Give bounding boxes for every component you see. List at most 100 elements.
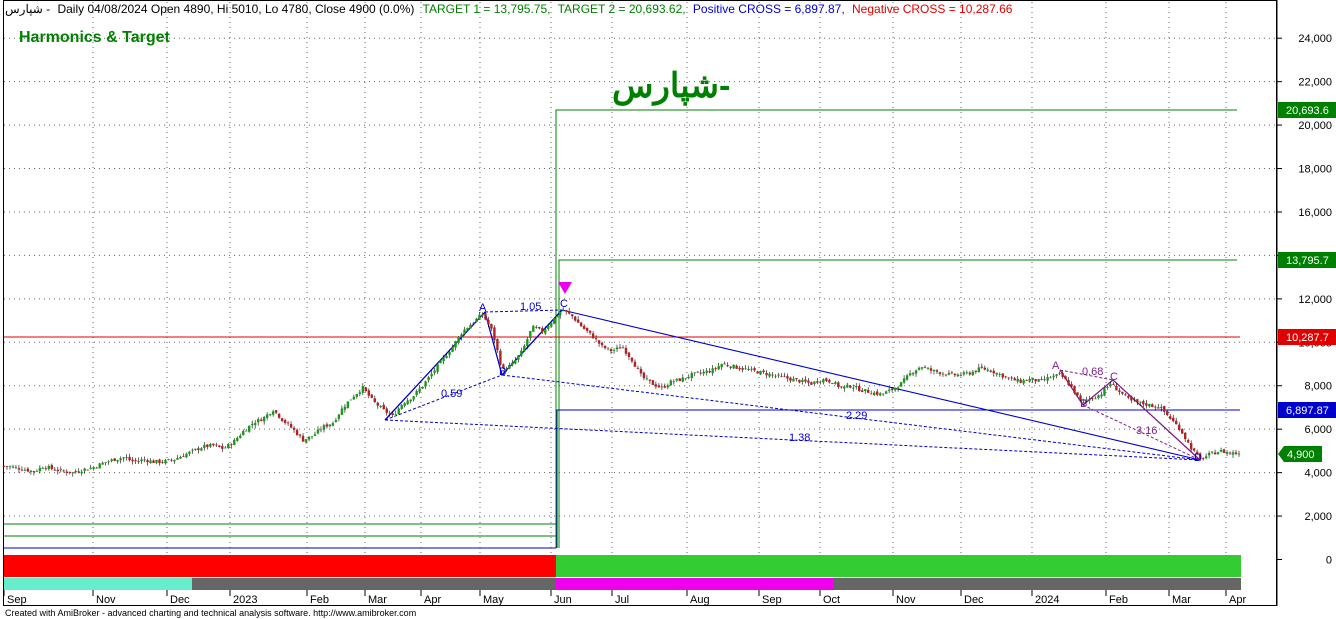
signal-bar-red xyxy=(4,555,556,577)
candle-body xyxy=(442,357,445,361)
candle-body xyxy=(980,366,984,368)
candle-body xyxy=(923,367,927,369)
candle-body xyxy=(1046,377,1049,381)
candle-body xyxy=(890,388,894,390)
x-tick-label: Sep xyxy=(762,594,782,606)
candle-body xyxy=(110,459,113,462)
candle-body xyxy=(415,390,418,396)
candle-body xyxy=(920,367,924,369)
candle-body xyxy=(651,380,655,385)
pos-cross-badge-text: 6,897.87 xyxy=(1286,405,1329,417)
candle-body xyxy=(44,468,48,470)
candle-body xyxy=(89,467,92,469)
candle-body xyxy=(615,347,619,350)
candle-body xyxy=(741,368,744,370)
candle-body xyxy=(170,459,173,461)
candle-body xyxy=(469,324,472,329)
candle-body xyxy=(795,378,798,380)
candle-body xyxy=(965,372,969,374)
candle-body xyxy=(1180,428,1184,434)
candle-body xyxy=(1222,449,1226,453)
candle-body xyxy=(861,390,864,392)
candle-body xyxy=(472,322,475,324)
candle-body xyxy=(11,466,15,468)
point-d-label: D xyxy=(1194,452,1202,464)
candle-body xyxy=(349,399,353,401)
candle-body xyxy=(394,414,397,415)
candle-body xyxy=(702,371,705,374)
candle-body xyxy=(212,443,215,446)
candle-body xyxy=(986,369,990,371)
x-tick-label: Dec xyxy=(964,594,984,606)
price-chart[interactable]: A B C A B C D 1.05 0.59 2.29 1.38 0.68 3… xyxy=(0,0,1336,619)
candle-body xyxy=(1061,372,1064,377)
candle-body xyxy=(1022,380,1025,384)
candle-body xyxy=(801,379,804,383)
x-tick-label: Dec xyxy=(170,594,190,606)
candle-body xyxy=(65,471,68,473)
candle-body xyxy=(1207,452,1211,456)
candle-body xyxy=(1124,394,1127,396)
candle-body xyxy=(1192,448,1196,451)
candle-body xyxy=(466,327,469,331)
candle-body xyxy=(203,444,206,448)
candle-body xyxy=(564,310,568,312)
candle-body xyxy=(454,341,457,348)
candle-body xyxy=(403,403,406,406)
candle-body xyxy=(227,443,230,449)
candle-body xyxy=(35,470,39,472)
candle-body xyxy=(514,359,517,364)
candle-body xyxy=(460,334,463,338)
chart-header: شپارس - Daily 04/08/2024 Open 4890, Hi 5… xyxy=(5,2,1013,16)
candle-body xyxy=(1049,377,1052,379)
candle-body xyxy=(164,460,167,464)
candle-body xyxy=(17,468,21,470)
candle-body xyxy=(666,385,670,388)
level-badges: 20,693.6 13,795.7 10,287.7 6,897.87 4,90… xyxy=(1278,102,1336,462)
signal-bars xyxy=(4,555,1241,590)
candle-body xyxy=(1219,449,1223,452)
candle-body xyxy=(50,465,54,469)
candle-body xyxy=(690,373,693,379)
candle-body xyxy=(295,429,299,436)
candle-body xyxy=(732,364,735,369)
candle-body xyxy=(561,310,565,312)
candle-body xyxy=(29,470,33,472)
candle-body xyxy=(343,406,347,410)
y-tick-label: 20,000 xyxy=(1298,120,1332,132)
candle-body xyxy=(143,459,146,461)
candle-body xyxy=(1109,384,1112,387)
candle-body xyxy=(1213,452,1217,455)
candle-body xyxy=(535,326,538,328)
candle-body xyxy=(484,313,487,320)
candle-body xyxy=(828,380,831,383)
candle-body xyxy=(421,386,424,389)
candle-body xyxy=(316,429,320,434)
candle-body xyxy=(579,322,583,327)
candle-body xyxy=(520,350,523,356)
candle-body xyxy=(1151,404,1154,408)
neg-cross-badge-text: 10,287.7 xyxy=(1286,332,1329,344)
candle-body xyxy=(1127,395,1130,398)
candle-body xyxy=(2,465,6,467)
candle-body xyxy=(439,360,442,364)
candle-body xyxy=(532,325,535,332)
candle-body xyxy=(849,385,852,388)
candle-body xyxy=(765,372,768,376)
candle-body xyxy=(188,451,191,454)
candle-body xyxy=(962,372,966,375)
candle-body xyxy=(1231,452,1235,455)
candle-body xyxy=(753,368,756,371)
candle-body xyxy=(672,381,676,383)
candle-body xyxy=(929,368,933,371)
candle-body xyxy=(388,413,391,415)
candle-body xyxy=(977,367,981,373)
candle-body xyxy=(400,404,403,410)
candle-body xyxy=(194,448,197,451)
candle-body xyxy=(298,434,302,436)
candle-body xyxy=(1118,390,1121,392)
candle-body xyxy=(433,370,436,373)
candle-body xyxy=(1148,403,1151,407)
candle-body xyxy=(385,408,388,413)
candle-body xyxy=(239,435,242,438)
